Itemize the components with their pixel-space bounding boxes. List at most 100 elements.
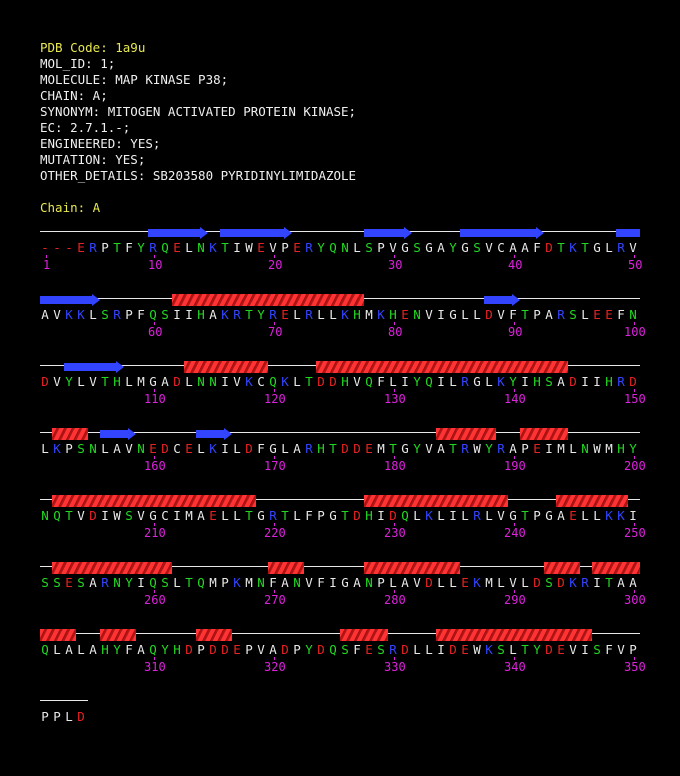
residue: S	[545, 575, 553, 590]
residue: V	[353, 374, 361, 389]
residue: D	[341, 441, 349, 456]
residue: -	[41, 240, 49, 255]
residue: A	[293, 441, 301, 456]
residue: E	[149, 441, 157, 456]
residue: R	[89, 240, 97, 255]
residue: S	[569, 307, 577, 322]
residue-number: 60	[148, 325, 163, 339]
residue-number: 140	[504, 392, 526, 406]
alpha-helix	[172, 294, 364, 306]
residue-number: 50	[628, 258, 643, 272]
residue: L	[293, 374, 301, 389]
residue: R	[113, 307, 121, 322]
residue: Q	[149, 307, 157, 322]
residue: V	[53, 374, 61, 389]
residue: H	[605, 374, 613, 389]
residue: L	[185, 240, 193, 255]
alpha-helix	[100, 629, 136, 641]
residue: N	[113, 575, 121, 590]
residue: K	[281, 374, 289, 389]
residue-number: 190	[504, 459, 526, 473]
residue: T	[245, 307, 253, 322]
residue: V	[497, 508, 505, 523]
residue: D	[485, 307, 493, 322]
residue: P	[377, 575, 385, 590]
residue: R	[305, 441, 313, 456]
residue: T	[281, 508, 289, 523]
residue: P	[629, 642, 637, 657]
sequence-row: DVYLVTHLMGADLNNIVKCQKLTDDHVQFLIYQILRGLKY…	[0, 360, 680, 420]
residue: N	[137, 441, 145, 456]
residue: L	[413, 642, 421, 657]
residue: P	[53, 709, 61, 724]
residue-number: 320	[264, 660, 286, 674]
residue-number: 350	[624, 660, 646, 674]
residue: D	[557, 575, 565, 590]
residue: E	[233, 642, 241, 657]
residue: S	[593, 642, 601, 657]
residue-number: 110	[144, 392, 166, 406]
residue: R	[305, 307, 313, 322]
residue: V	[629, 240, 637, 255]
residue: I	[449, 508, 457, 523]
residue: V	[485, 240, 493, 255]
residue: H	[113, 374, 121, 389]
residue: E	[77, 240, 85, 255]
residue: A	[89, 575, 97, 590]
residue: E	[209, 508, 217, 523]
residue: M	[557, 441, 565, 456]
residue: M	[485, 575, 493, 590]
sequence-row: ---ERPTFYRQELNKTIWEVPERYQNLSPVGSGAYGSVCA…	[0, 226, 680, 286]
residue: S	[365, 240, 373, 255]
residue: L	[317, 307, 325, 322]
residue: V	[425, 441, 433, 456]
beta-strand-arrow	[484, 294, 520, 306]
residue: D	[449, 642, 457, 657]
residue: L	[569, 441, 577, 456]
residue: P	[533, 307, 541, 322]
residue: T	[101, 374, 109, 389]
residue: L	[173, 575, 181, 590]
residue: S	[161, 307, 169, 322]
residue: Y	[125, 575, 133, 590]
residue: H	[341, 374, 349, 389]
residue: S	[341, 642, 349, 657]
residue: Q	[365, 374, 373, 389]
residue: K	[65, 307, 73, 322]
residue: A	[353, 575, 361, 590]
residue-number: 20	[268, 258, 283, 272]
residue: D	[353, 508, 361, 523]
residue: H	[533, 374, 541, 389]
residue: F	[137, 307, 145, 322]
residue: T	[521, 307, 529, 322]
residue: E	[281, 307, 289, 322]
residue: Q	[149, 642, 157, 657]
alpha-helix	[316, 361, 568, 373]
residue: E	[533, 441, 541, 456]
residue: D	[545, 642, 553, 657]
residue: V	[53, 307, 61, 322]
residue: K	[569, 240, 577, 255]
residue: L	[581, 307, 589, 322]
residue: R	[473, 508, 481, 523]
residue: L	[53, 642, 61, 657]
residue: E	[173, 240, 181, 255]
residue: I	[221, 374, 229, 389]
residue: M	[377, 441, 385, 456]
residue: T	[221, 240, 229, 255]
residue: L	[461, 307, 469, 322]
residue: Y	[113, 642, 121, 657]
residue: A	[545, 307, 553, 322]
residue: L	[389, 374, 397, 389]
residue: P	[65, 441, 73, 456]
residue: L	[485, 508, 493, 523]
residue: K	[497, 374, 505, 389]
residue: V	[497, 307, 505, 322]
residue: R	[581, 575, 589, 590]
residue: I	[377, 508, 385, 523]
residue: A	[197, 508, 205, 523]
residue: I	[101, 508, 109, 523]
residue: H	[173, 642, 181, 657]
residue: P	[533, 508, 541, 523]
beta-strand-arrow	[364, 227, 412, 239]
